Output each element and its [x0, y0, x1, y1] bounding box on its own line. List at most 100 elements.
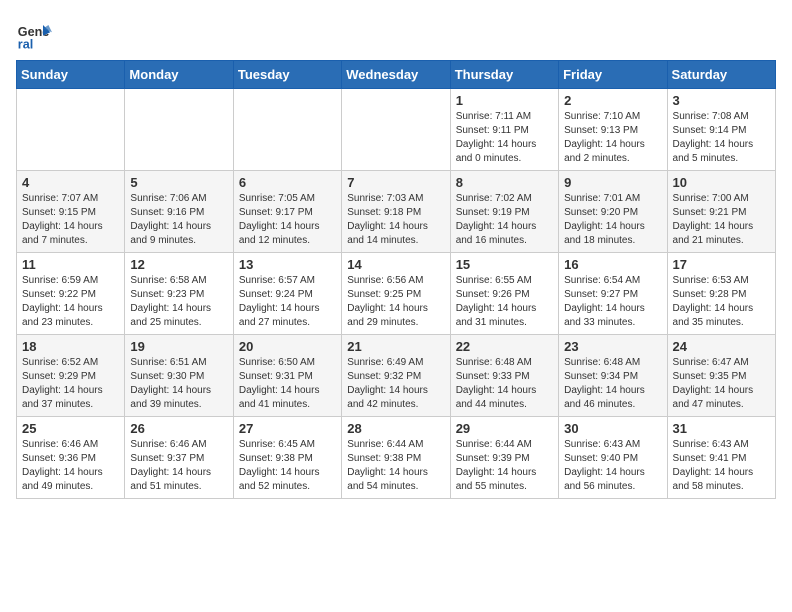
day-info: Sunrise: 6:57 AM Sunset: 9:24 PM Dayligh… — [239, 274, 336, 330]
day-info: Sunrise: 7:00 AM Sunset: 9:21 PM Dayligh… — [673, 192, 770, 248]
calendar-cell: 22 Sunrise: 6:48 AM Sunset: 9:33 PM Dayli… — [450, 335, 558, 417]
day-info: Sunrise: 7:07 AM Sunset: 9:15 PM Dayligh… — [22, 192, 119, 248]
calendar-week-3: 11 Sunrise: 6:59 AM Sunset: 9:22 PM Dayli… — [17, 253, 776, 335]
calendar-cell: 27 Sunrise: 6:45 AM Sunset: 9:38 PM Dayli… — [233, 417, 341, 499]
calendar-header-sunday: Sunday — [17, 61, 125, 89]
calendar-cell: 7 Sunrise: 7:03 AM Sunset: 9:18 PM Daylig… — [342, 171, 450, 253]
day-info: Sunrise: 6:53 AM Sunset: 9:28 PM Dayligh… — [673, 274, 770, 330]
calendar-cell: 17 Sunrise: 6:53 AM Sunset: 9:28 PM Dayli… — [667, 253, 775, 335]
calendar-cell — [233, 89, 341, 171]
day-info: Sunrise: 7:02 AM Sunset: 9:19 PM Dayligh… — [456, 192, 553, 248]
day-number: 22 — [456, 339, 553, 354]
calendar-cell: 8 Sunrise: 7:02 AM Sunset: 9:19 PM Daylig… — [450, 171, 558, 253]
calendar-week-4: 18 Sunrise: 6:52 AM Sunset: 9:29 PM Dayli… — [17, 335, 776, 417]
day-number: 11 — [22, 257, 119, 272]
calendar-cell: 4Sunrise: 7:07 AM Sunset: 9:15 PM Daylig… — [17, 171, 125, 253]
day-info: Sunrise: 6:45 AM Sunset: 9:38 PM Dayligh… — [239, 438, 336, 494]
day-info: Sunrise: 6:54 AM Sunset: 9:27 PM Dayligh… — [564, 274, 661, 330]
day-number: 14 — [347, 257, 444, 272]
day-number: 10 — [673, 175, 770, 190]
calendar-cell: 5 Sunrise: 7:06 AM Sunset: 9:16 PM Daylig… — [125, 171, 233, 253]
calendar-cell — [17, 89, 125, 171]
day-number: 13 — [239, 257, 336, 272]
calendar-week-2: 4Sunrise: 7:07 AM Sunset: 9:15 PM Daylig… — [17, 171, 776, 253]
day-info: Sunrise: 7:10 AM Sunset: 9:13 PM Dayligh… — [564, 110, 661, 166]
calendar-week-5: 25 Sunrise: 6:46 AM Sunset: 9:36 PM Dayli… — [17, 417, 776, 499]
calendar-cell: 26 Sunrise: 6:46 AM Sunset: 9:37 PM Dayli… — [125, 417, 233, 499]
calendar-header-tuesday: Tuesday — [233, 61, 341, 89]
calendar-header-thursday: Thursday — [450, 61, 558, 89]
day-number: 18 — [22, 339, 119, 354]
calendar-cell: 13 Sunrise: 6:57 AM Sunset: 9:24 PM Dayli… — [233, 253, 341, 335]
calendar-cell: 15Sunrise: 6:55 AM Sunset: 9:26 PM Dayli… — [450, 253, 558, 335]
day-number: 12 — [130, 257, 227, 272]
calendar-cell: 30 Sunrise: 6:43 AM Sunset: 9:40 PM Dayli… — [559, 417, 667, 499]
day-info: Sunrise: 6:51 AM Sunset: 9:30 PM Dayligh… — [130, 356, 227, 412]
day-info: Sunrise: 6:56 AM Sunset: 9:25 PM Dayligh… — [347, 274, 444, 330]
calendar-cell: 19 Sunrise: 6:51 AM Sunset: 9:30 PM Dayli… — [125, 335, 233, 417]
calendar-cell: 14 Sunrise: 6:56 AM Sunset: 9:25 PM Dayli… — [342, 253, 450, 335]
day-number: 5 — [130, 175, 227, 190]
day-number: 29 — [456, 421, 553, 436]
day-number: 17 — [673, 257, 770, 272]
day-number: 19 — [130, 339, 227, 354]
calendar-table: SundayMondayTuesdayWednesdayThursdayFrid… — [16, 60, 776, 499]
day-number: 28 — [347, 421, 444, 436]
day-info: Sunrise: 6:47 AM Sunset: 9:35 PM Dayligh… — [673, 356, 770, 412]
calendar-cell — [342, 89, 450, 171]
calendar-cell: 12 Sunrise: 6:58 AM Sunset: 9:23 PM Dayli… — [125, 253, 233, 335]
logo: Gene ral — [16, 16, 56, 52]
day-number: 30 — [564, 421, 661, 436]
day-number: 23 — [564, 339, 661, 354]
calendar-cell: 3 Sunrise: 7:08 AM Sunset: 9:14 PM Daylig… — [667, 89, 775, 171]
calendar-header-monday: Monday — [125, 61, 233, 89]
day-number: 26 — [130, 421, 227, 436]
day-info: Sunrise: 7:06 AM Sunset: 9:16 PM Dayligh… — [130, 192, 227, 248]
calendar-cell: 9Sunrise: 7:01 AM Sunset: 9:20 PM Daylig… — [559, 171, 667, 253]
day-info: Sunrise: 7:11 AM Sunset: 9:11 PM Dayligh… — [456, 110, 553, 166]
day-number: 1 — [456, 93, 553, 108]
calendar-cell: 20 Sunrise: 6:50 AM Sunset: 9:31 PM Dayli… — [233, 335, 341, 417]
day-info: Sunrise: 6:59 AM Sunset: 9:22 PM Dayligh… — [22, 274, 119, 330]
day-info: Sunrise: 7:05 AM Sunset: 9:17 PM Dayligh… — [239, 192, 336, 248]
day-number: 7 — [347, 175, 444, 190]
day-info: Sunrise: 7:08 AM Sunset: 9:14 PM Dayligh… — [673, 110, 770, 166]
day-info: Sunrise: 7:03 AM Sunset: 9:18 PM Dayligh… — [347, 192, 444, 248]
calendar-header-saturday: Saturday — [667, 61, 775, 89]
calendar-cell — [125, 89, 233, 171]
day-number: 24 — [673, 339, 770, 354]
day-number: 8 — [456, 175, 553, 190]
calendar-cell: 25 Sunrise: 6:46 AM Sunset: 9:36 PM Dayli… — [17, 417, 125, 499]
calendar-cell: 29 Sunrise: 6:44 AM Sunset: 9:39 PM Dayli… — [450, 417, 558, 499]
day-info: Sunrise: 6:52 AM Sunset: 9:29 PM Dayligh… — [22, 356, 119, 412]
day-info: Sunrise: 6:43 AM Sunset: 9:40 PM Dayligh… — [564, 438, 661, 494]
day-info: Sunrise: 6:49 AM Sunset: 9:32 PM Dayligh… — [347, 356, 444, 412]
svg-text:ral: ral — [18, 37, 33, 51]
day-number: 6 — [239, 175, 336, 190]
day-info: Sunrise: 6:44 AM Sunset: 9:38 PM Dayligh… — [347, 438, 444, 494]
day-info: Sunrise: 6:58 AM Sunset: 9:23 PM Dayligh… — [130, 274, 227, 330]
day-number: 31 — [673, 421, 770, 436]
day-info: Sunrise: 6:48 AM Sunset: 9:33 PM Dayligh… — [456, 356, 553, 412]
day-number: 15 — [456, 257, 553, 272]
day-number: 25 — [22, 421, 119, 436]
calendar-header-friday: Friday — [559, 61, 667, 89]
calendar-cell: 18 Sunrise: 6:52 AM Sunset: 9:29 PM Dayli… — [17, 335, 125, 417]
calendar-cell: 11 Sunrise: 6:59 AM Sunset: 9:22 PM Dayli… — [17, 253, 125, 335]
day-info: Sunrise: 6:48 AM Sunset: 9:34 PM Dayligh… — [564, 356, 661, 412]
calendar-cell: 1 Sunrise: 7:11 AM Sunset: 9:11 PM Daylig… — [450, 89, 558, 171]
calendar-cell: 24 Sunrise: 6:47 AM Sunset: 9:35 PM Dayli… — [667, 335, 775, 417]
day-number: 16 — [564, 257, 661, 272]
page-header: Gene ral — [16, 16, 776, 52]
day-info: Sunrise: 6:50 AM Sunset: 9:31 PM Dayligh… — [239, 356, 336, 412]
day-info: Sunrise: 6:46 AM Sunset: 9:36 PM Dayligh… — [22, 438, 119, 494]
day-info: Sunrise: 6:46 AM Sunset: 9:37 PM Dayligh… — [130, 438, 227, 494]
day-number: 27 — [239, 421, 336, 436]
day-number: 3 — [673, 93, 770, 108]
calendar-cell: 31Sunrise: 6:43 AM Sunset: 9:41 PM Dayli… — [667, 417, 775, 499]
day-info: Sunrise: 7:01 AM Sunset: 9:20 PM Dayligh… — [564, 192, 661, 248]
calendar-cell: 16 Sunrise: 6:54 AM Sunset: 9:27 PM Dayli… — [559, 253, 667, 335]
calendar-cell: 23 Sunrise: 6:48 AM Sunset: 9:34 PM Dayli… — [559, 335, 667, 417]
day-info: Sunrise: 6:44 AM Sunset: 9:39 PM Dayligh… — [456, 438, 553, 494]
day-number: 20 — [239, 339, 336, 354]
